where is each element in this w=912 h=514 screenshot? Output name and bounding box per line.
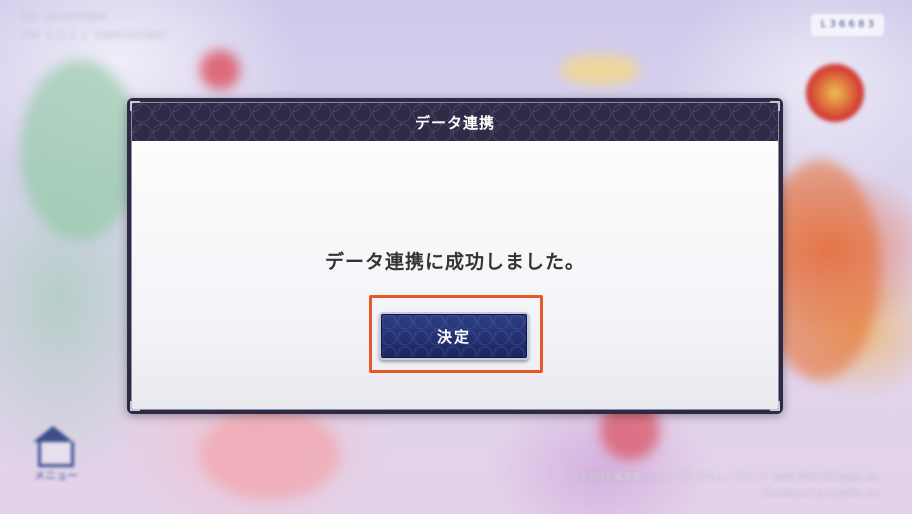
menu-button[interactable]: メニュー [28, 425, 84, 486]
game-logo-badge [806, 64, 864, 122]
ok-button[interactable]: 決定 [379, 312, 529, 360]
corner-decoration [130, 401, 140, 411]
user-id-text: ID: 6132078866 [22, 12, 107, 23]
bg-ornament [200, 50, 240, 90]
corner-decoration [770, 101, 780, 111]
home-icon [33, 425, 74, 467]
dialog-message: データ連携に成功しました。 [324, 251, 585, 273]
corner-decoration [770, 401, 780, 411]
copyright-line-2: Developed by Appirits Inc. [763, 489, 882, 499]
top-right-button[interactable]: L 3 6 6 8 3 [810, 14, 884, 36]
menu-button-label: メニュー [34, 468, 78, 482]
version-text: ver 1.2.1 / 118011211981 [22, 30, 167, 41]
corner-decoration [130, 101, 140, 111]
ok-button-label: 決定 [436, 327, 471, 346]
copyright-notice: ©2013 福井県 コナミ・ザ・アミューズメント 2020 1DO All Ri… [579, 470, 882, 502]
dialog-header: データ連携 [132, 103, 778, 141]
copyright-line-1: ©2013 福井県 コナミ・ザ・アミューズメント 2020 1DO All Ri… [579, 473, 882, 483]
bg-character-body [200, 410, 340, 500]
dialog-title: データ連携 [414, 113, 495, 132]
bg-character-hair [20, 60, 140, 240]
bg-halo [560, 55, 640, 85]
